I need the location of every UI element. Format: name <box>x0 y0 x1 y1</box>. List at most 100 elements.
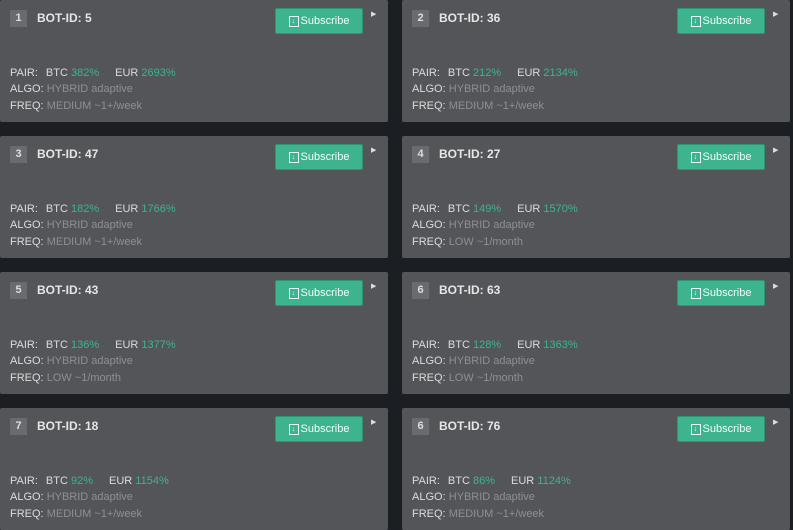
pair-row: PAIR: BTC 382% EUR 2693% <box>10 67 176 79</box>
expand-arrow-icon[interactable]: ▶ <box>773 418 778 426</box>
algo-value: HYBRID adaptive <box>46 491 133 503</box>
freq-row: FREQ: MEDIUM ~1+/week <box>412 100 544 112</box>
freq-label: FREQ: <box>412 372 446 384</box>
btc-return: 128% <box>472 339 502 351</box>
pair-label: PAIR: <box>10 339 38 351</box>
freq-value: MEDIUM ~1+/week <box>46 508 143 520</box>
algo-row: ALGO: HYBRID adaptive <box>10 355 133 367</box>
freq-row: FREQ: MEDIUM ~1+/week <box>10 100 142 112</box>
btc-return: 182% <box>70 203 100 215</box>
rank-badge: 2 <box>412 10 429 27</box>
eur-label: EUR <box>115 203 139 215</box>
freq-value: MEDIUM ~1+/week <box>448 100 545 112</box>
eur-return: 1766% <box>141 203 176 215</box>
bot-id: BOT-ID: 18 <box>37 419 99 433</box>
bot-id: BOT-ID: 47 <box>37 147 99 161</box>
pair-label: PAIR: <box>412 203 440 215</box>
eur-return: 1377% <box>141 339 176 351</box>
pair-row: PAIR: BTC 136% EUR 1377% <box>10 339 176 351</box>
rank-badge: 6 <box>412 418 429 435</box>
expand-arrow-icon[interactable]: ▶ <box>371 282 376 290</box>
algo-row: ALGO: HYBRID adaptive <box>412 355 535 367</box>
rank-badge: 5 <box>10 282 27 299</box>
algo-label: ALGO: <box>412 491 446 503</box>
btc-return: 86% <box>472 475 496 487</box>
eur-return: 1363% <box>543 339 578 351</box>
download-icon: ↓ <box>690 287 701 299</box>
subscribe-label: Subscribe <box>702 151 752 163</box>
subscribe-button[interactable]: ↓ Subscribe <box>677 8 765 34</box>
algo-row: ALGO: HYBRID adaptive <box>412 491 535 503</box>
btc-return: 149% <box>472 203 502 215</box>
freq-value: LOW ~1/month <box>46 372 121 384</box>
pair-row: PAIR: BTC 212% EUR 2134% <box>412 67 578 79</box>
btc-label: BTC <box>45 203 68 215</box>
expand-arrow-icon[interactable]: ▶ <box>371 10 376 18</box>
btc-return: 92% <box>70 475 94 487</box>
freq-label: FREQ: <box>412 508 446 520</box>
bot-card: 6 BOT-ID: 63 ↓ Subscribe ▶ PAIR: BTC 128% E… <box>402 272 790 394</box>
subscribe-button[interactable]: ↓ Subscribe <box>677 280 765 306</box>
algo-row: ALGO: HYBRID adaptive <box>10 491 133 503</box>
freq-label: FREQ: <box>10 372 44 384</box>
freq-value: LOW ~1/month <box>448 372 523 384</box>
freq-label: FREQ: <box>412 236 446 248</box>
bot-id: BOT-ID: 43 <box>37 283 99 297</box>
eur-return: 2693% <box>141 67 176 79</box>
freq-row: FREQ: MEDIUM ~1+/week <box>10 236 142 248</box>
algo-row: ALGO: HYBRID adaptive <box>10 219 133 231</box>
rank-badge: 4 <box>412 146 429 163</box>
subscribe-button[interactable]: ↓ Subscribe <box>677 416 765 442</box>
algo-label: ALGO: <box>10 83 44 95</box>
subscribe-button[interactable]: ↓ Subscribe <box>677 144 765 170</box>
eur-label: EUR <box>511 475 535 487</box>
download-icon: ↓ <box>288 151 299 163</box>
subscribe-button[interactable]: ↓ Subscribe <box>275 280 363 306</box>
expand-arrow-icon[interactable]: ▶ <box>371 418 376 426</box>
btc-return: 382% <box>70 67 100 79</box>
algo-row: ALGO: HYBRID adaptive <box>412 83 535 95</box>
algo-value: HYBRID adaptive <box>448 83 535 95</box>
pair-row: PAIR: BTC 92% EUR 1154% <box>10 475 169 487</box>
pair-row: PAIR: BTC 182% EUR 1766% <box>10 203 176 215</box>
subscribe-button[interactable]: ↓ Subscribe <box>275 8 363 34</box>
algo-row: ALGO: HYBRID adaptive <box>10 83 133 95</box>
bot-card: 1 BOT-ID: 5 ↓ Subscribe ▶ PAIR: BTC 382% EU… <box>0 0 388 122</box>
expand-arrow-icon[interactable]: ▶ <box>371 146 376 154</box>
eur-label: EUR <box>517 203 541 215</box>
bot-card: 5 BOT-ID: 43 ↓ Subscribe ▶ PAIR: BTC 136% E… <box>0 272 388 394</box>
subscribe-label: Subscribe <box>300 423 350 435</box>
bot-id: BOT-ID: 36 <box>439 11 501 25</box>
freq-value: MEDIUM ~1+/week <box>448 508 545 520</box>
algo-label: ALGO: <box>412 219 446 231</box>
expand-arrow-icon[interactable]: ▶ <box>773 10 778 18</box>
freq-label: FREQ: <box>10 508 44 520</box>
freq-value: MEDIUM ~1+/week <box>46 236 143 248</box>
pair-label: PAIR: <box>10 475 38 487</box>
algo-label: ALGO: <box>10 491 44 503</box>
subscribe-label: Subscribe <box>702 15 752 27</box>
subscribe-button[interactable]: ↓ Subscribe <box>275 416 363 442</box>
download-icon: ↓ <box>288 15 299 27</box>
algo-label: ALGO: <box>10 355 44 367</box>
rank-badge: 6 <box>412 282 429 299</box>
expand-arrow-icon[interactable]: ▶ <box>773 146 778 154</box>
bot-grid: 1 BOT-ID: 5 ↓ Subscribe ▶ PAIR: BTC 382% EU… <box>0 0 793 530</box>
btc-return: 136% <box>70 339 100 351</box>
freq-row: FREQ: LOW ~1/month <box>10 372 121 384</box>
expand-arrow-icon[interactable]: ▶ <box>773 282 778 290</box>
eur-label: EUR <box>517 339 541 351</box>
freq-value: MEDIUM ~1+/week <box>46 100 143 112</box>
btc-label: BTC <box>447 67 470 79</box>
algo-value: HYBRID adaptive <box>448 491 535 503</box>
algo-row: ALGO: HYBRID adaptive <box>412 219 535 231</box>
btc-label: BTC <box>447 475 470 487</box>
subscribe-button[interactable]: ↓ Subscribe <box>275 144 363 170</box>
eur-return: 1124% <box>537 475 571 487</box>
freq-label: FREQ: <box>10 100 44 112</box>
subscribe-label: Subscribe <box>702 287 752 299</box>
algo-value: HYBRID adaptive <box>448 219 535 231</box>
freq-row: FREQ: LOW ~1/month <box>412 236 523 248</box>
eur-return: 1570% <box>543 203 578 215</box>
algo-label: ALGO: <box>412 355 446 367</box>
